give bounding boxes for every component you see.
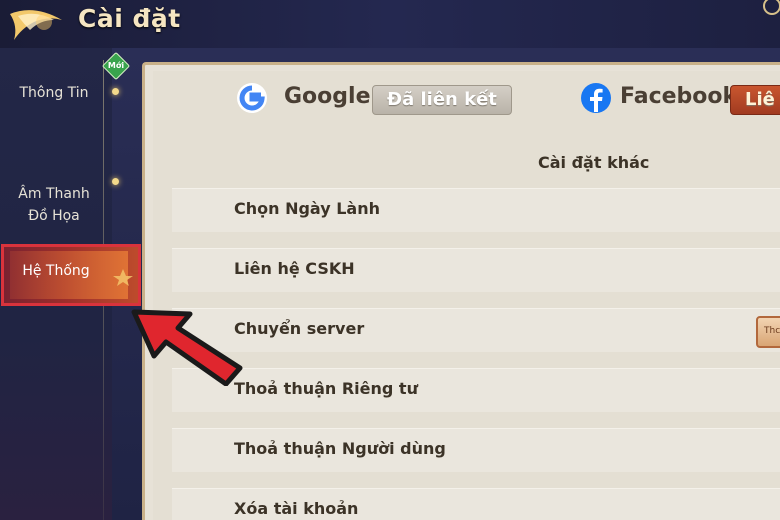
facebook-link-button[interactable]: Liê (730, 85, 780, 115)
row-label: Xóa tài khoản (234, 499, 359, 518)
indicator-dot (112, 178, 119, 185)
row-label: Thoả thuận Riêng tư (234, 379, 418, 398)
row-label: Liên hệ CSKH (234, 259, 355, 278)
section-title-text: Cài đặt khác (538, 153, 650, 172)
sidebar-item-label: Thông Tin (19, 85, 89, 101)
red-arrow-annotation (131, 309, 243, 386)
row-change-server[interactable]: Chuyển server (172, 308, 780, 352)
page-title: Cài đặt (78, 4, 181, 33)
indicator-dot (112, 88, 119, 95)
google-linked-button[interactable]: Đã liên kết (372, 85, 512, 115)
ring-icon (763, 0, 780, 15)
sidebar-item-audio-graphics[interactable]: Âm Thanh Đồ Họa (0, 161, 108, 227)
sidebar-item-label: Hệ Thống (22, 263, 90, 279)
sidebar-item-label: Âm Thanh Đồ Họa (18, 186, 90, 224)
facebook-icon (581, 83, 611, 113)
header-bar: Cài đặt (0, 0, 780, 48)
row-label: Chuyển server (234, 319, 365, 338)
google-label: Google (284, 84, 371, 109)
row-label: Chọn Ngày Lành (234, 199, 381, 218)
row-customer-support[interactable]: Liên hệ CSKH (172, 248, 780, 292)
google-icon (237, 83, 267, 113)
sidebar-item-info[interactable]: Thông Tin (0, 82, 108, 104)
row-delete-account[interactable]: Xóa tài khoản (172, 488, 780, 520)
logo-icon[interactable] (4, 0, 74, 46)
row-label: Thoả thuận Người dùng (234, 439, 446, 458)
row-privacy-agreement[interactable]: Thoả thuận Riêng tư (172, 368, 780, 412)
change-server-button[interactable]: Thc (756, 316, 780, 348)
sidebar-item-system[interactable]: Hệ Thống (1, 244, 141, 306)
facebook-label: Facebook (620, 84, 738, 109)
new-badge-label: Mới (107, 61, 125, 70)
lotus-icon (113, 269, 133, 286)
row-user-agreement[interactable]: Thoả thuận Người dùng (172, 428, 780, 472)
row-auspicious-day[interactable]: Chọn Ngày Lành (172, 188, 780, 232)
